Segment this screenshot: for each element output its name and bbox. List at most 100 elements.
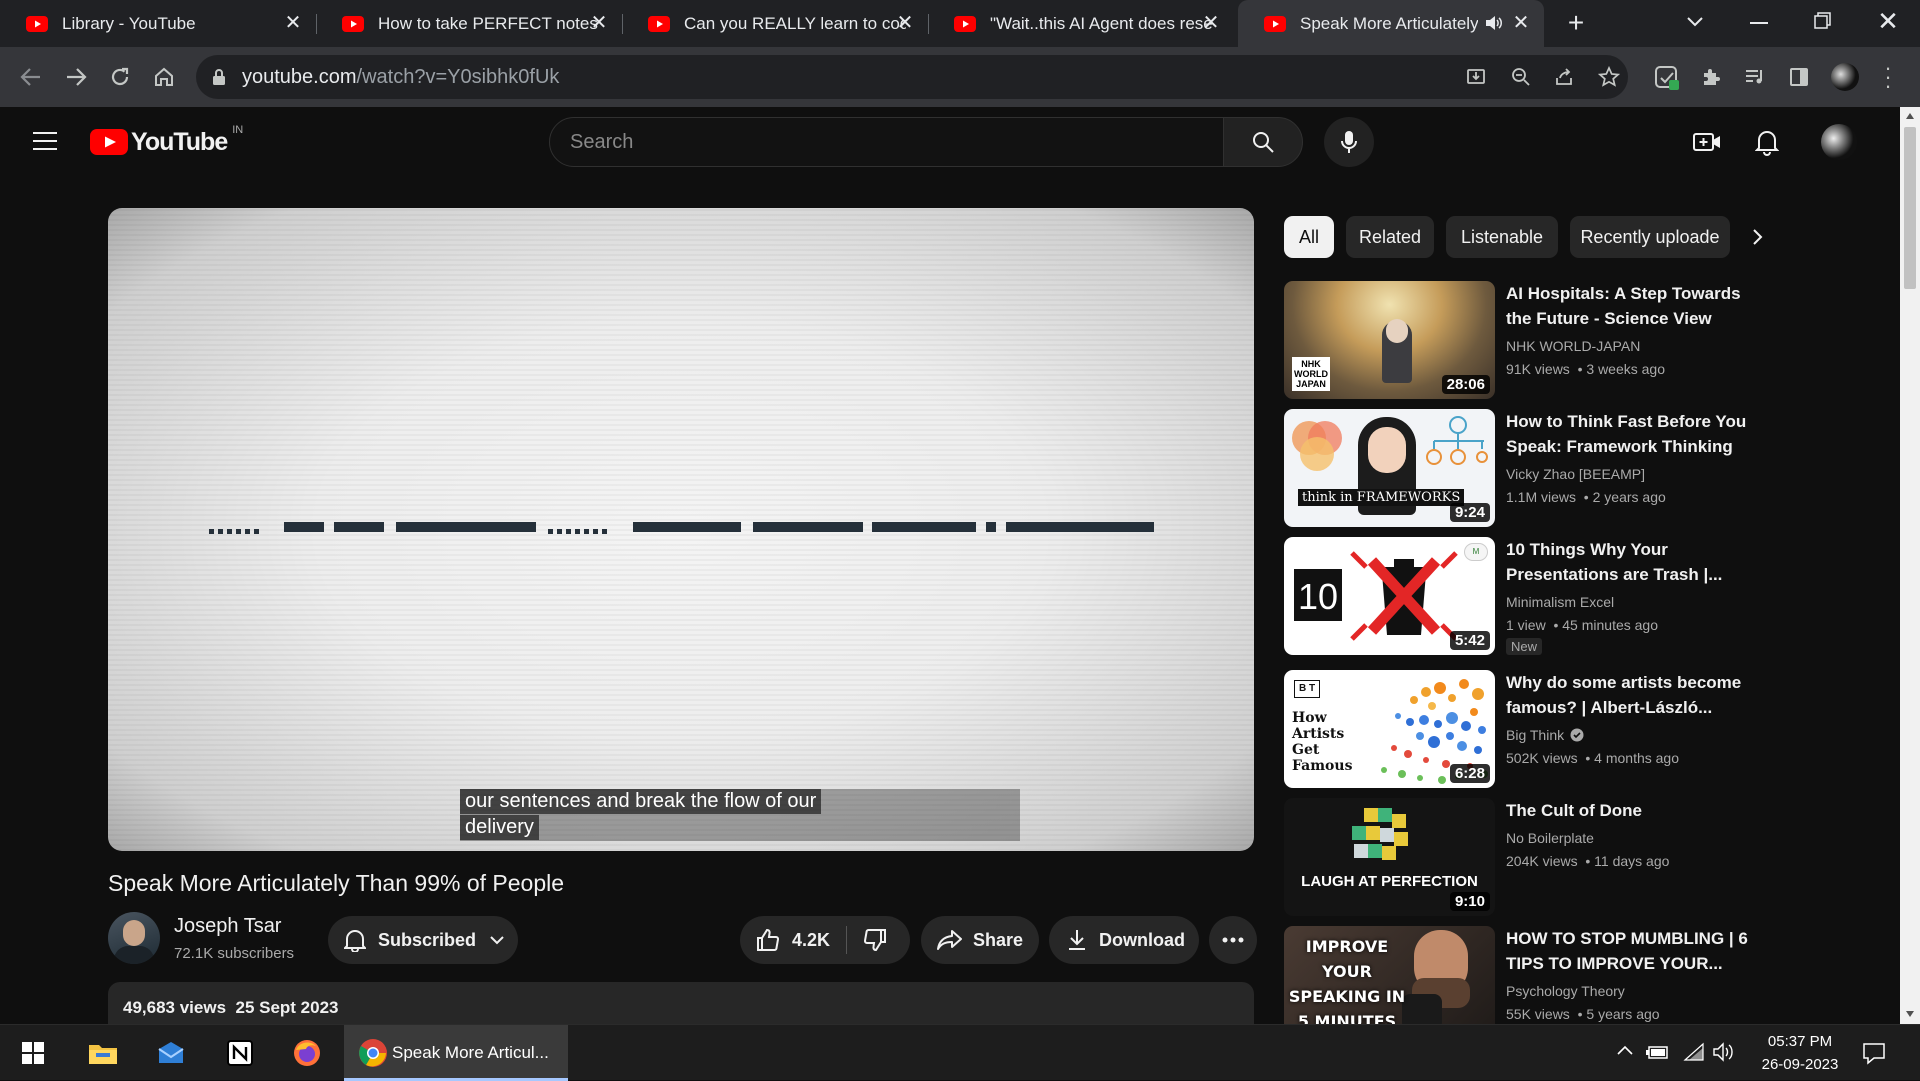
tray-overflow-chevron-icon[interactable]	[1617, 1045, 1633, 1055]
recommendation-channel[interactable]: Psychology Theory	[1506, 983, 1625, 999]
new-tab-icon[interactable]: +	[1562, 9, 1590, 37]
scroll-up-arrow-icon[interactable]	[1905, 112, 1915, 120]
search-input[interactable]: Search	[570, 118, 633, 166]
tab-close-icon[interactable]: ✕	[894, 12, 916, 34]
address-bar[interactable]: youtube.com/watch?v=Y0sibhk0fUk	[196, 55, 1628, 99]
recommendation-title[interactable]: HOW TO STOP MUMBLING | 6 TIPS TO IMPROVE…	[1506, 926, 1751, 976]
url-text[interactable]: youtube.com/watch?v=Y0sibhk0fUk	[242, 55, 559, 99]
recommendation-item[interactable]: NHK WORLD JAPAN 28:06 AI Hospitals: A St…	[1284, 281, 1754, 399]
notification-center-icon[interactable]	[1862, 1041, 1886, 1065]
chrome-taskbar-button[interactable]: Speak More Articul...	[344, 1025, 568, 1081]
recommendation-channel[interactable]: Minimalism Excel	[1506, 594, 1614, 610]
scroll-down-arrow-icon[interactable]	[1905, 1010, 1915, 1018]
start-button[interactable]	[4, 1025, 62, 1081]
recommendation-title[interactable]: Why do some artists become famous? | Alb…	[1506, 670, 1751, 720]
scrollbar-thumb[interactable]	[1904, 127, 1916, 289]
recommendation-item[interactable]: LAUGH AT PERFECTION 9:10 The Cult of Don…	[1284, 798, 1754, 916]
chrome-icon	[359, 1039, 387, 1067]
youtube-logo[interactable]: YouTube IN	[90, 124, 243, 156]
chevron-right-icon[interactable]	[1752, 228, 1764, 246]
page-scrollbar[interactable]	[1900, 107, 1920, 1024]
volume-icon[interactable]	[1713, 1042, 1735, 1062]
search-box[interactable]: Search	[549, 117, 1224, 167]
channel-name[interactable]: Joseph Tsar	[174, 915, 281, 938]
tab-title: Can you REALLY learn to code	[684, 13, 906, 33]
share-button[interactable]: Share	[921, 916, 1039, 964]
thumbs-down-icon[interactable]	[863, 928, 887, 952]
subscribed-button[interactable]: Subscribed	[328, 916, 518, 964]
firefox-app-button[interactable]	[278, 1025, 336, 1081]
recommendation-item[interactable]: think in FRAMEWORKS 9:24 How to Think Fa…	[1284, 409, 1754, 527]
recommendation-item[interactable]: 10 M 5:42 10 Things Why Your Presentatio…	[1284, 537, 1754, 655]
recommendation-item[interactable]: B T How Artists Get Famous 6:28 Why do s…	[1284, 670, 1754, 788]
battery-icon[interactable]	[1646, 1043, 1670, 1061]
recommendation-channel[interactable]: Big Think	[1506, 727, 1584, 743]
tab-close-icon[interactable]: ✕	[1200, 12, 1222, 34]
window-close-icon[interactable]: ✕	[1874, 6, 1902, 36]
extensions-puzzle-icon[interactable]	[1700, 66, 1722, 88]
file-explorer-button[interactable]	[74, 1025, 132, 1081]
recommendation-channel[interactable]: No Boilerplate	[1506, 830, 1594, 846]
search-button[interactable]	[1223, 117, 1303, 167]
media-control-icon[interactable]	[1744, 67, 1766, 87]
restore-icon[interactable]	[1814, 12, 1832, 30]
hamburger-menu-icon[interactable]	[33, 131, 57, 151]
notion-app-button[interactable]	[211, 1025, 269, 1081]
tab-close-icon[interactable]: ✕	[282, 12, 304, 34]
video-thumbnail[interactable]: think in FRAMEWORKS 9:24	[1284, 409, 1495, 527]
extension-grammar-icon[interactable]	[1654, 65, 1680, 91]
more-actions-button[interactable]	[1209, 916, 1257, 964]
forward-arrow-icon[interactable]	[65, 67, 87, 87]
recommendation-title[interactable]: AI Hospitals: A Step Towards the Future …	[1506, 281, 1751, 331]
create-video-icon[interactable]	[1693, 131, 1721, 153]
account-avatar[interactable]	[1821, 124, 1857, 160]
chip-related[interactable]: Related	[1346, 216, 1434, 258]
side-panel-icon[interactable]	[1789, 67, 1809, 87]
mail-app-button[interactable]	[142, 1025, 200, 1081]
bookmark-star-icon[interactable]	[1598, 66, 1620, 88]
recommendation-title[interactable]: 10 Things Why Your Presentations are Tra…	[1506, 537, 1751, 587]
browser-menu-icon[interactable]: · · ·	[1884, 57, 1892, 97]
install-app-icon[interactable]	[1466, 67, 1486, 87]
recommendation-title[interactable]: How to Think Fast Before You Speak: Fram…	[1506, 409, 1751, 459]
browser-tab[interactable]: Library - YouTube ✕	[0, 0, 316, 47]
notifications-bell-icon[interactable]	[1755, 128, 1779, 156]
home-icon[interactable]	[153, 66, 175, 88]
wifi-icon[interactable]	[1683, 1042, 1705, 1062]
reload-icon[interactable]	[109, 66, 131, 88]
back-arrow-icon[interactable]	[20, 67, 42, 87]
like-count[interactable]: 4.2K	[792, 930, 830, 951]
tab-close-icon[interactable]: ✕	[1510, 12, 1532, 34]
tab-search-chevron-icon[interactable]	[1686, 16, 1704, 28]
recommendation-item[interactable]: IMPROVE YOUR SPEAKING IN 5 MINUTES HOW T…	[1284, 926, 1754, 1024]
tab-audio-icon[interactable]	[1485, 15, 1503, 31]
chip-recently-uploaded[interactable]: Recently uploade	[1570, 216, 1730, 258]
recommendation-channel[interactable]: NHK WORLD-JAPAN	[1506, 338, 1640, 354]
voice-search-button[interactable]	[1324, 117, 1374, 167]
system-clock[interactable]: 05:37 PM 26-09-2023	[1745, 1030, 1855, 1076]
video-thumbnail[interactable]: IMPROVE YOUR SPEAKING IN 5 MINUTES	[1284, 926, 1495, 1024]
lock-icon[interactable]	[212, 68, 226, 86]
chip-listenable[interactable]: Listenable	[1446, 216, 1558, 258]
chip-all[interactable]: All	[1284, 216, 1334, 258]
channel-avatar-shirt	[114, 946, 154, 964]
video-thumbnail[interactable]: NHK WORLD JAPAN 28:06	[1284, 281, 1495, 399]
video-thumbnail[interactable]: LAUGH AT PERFECTION 9:10	[1284, 798, 1495, 916]
tab-close-icon[interactable]: ✕	[588, 12, 610, 34]
download-button[interactable]: Download	[1049, 916, 1199, 964]
profile-avatar[interactable]	[1831, 63, 1859, 91]
video-thumbnail[interactable]: B T How Artists Get Famous 6:28	[1284, 670, 1495, 788]
browser-tab[interactable]: "Wait..this AI Agent does rese ✕	[928, 0, 1234, 47]
channel-avatar[interactable]	[108, 912, 160, 964]
recommendation-title[interactable]: The Cult of Done	[1506, 798, 1751, 823]
thumbs-up-icon[interactable]	[756, 928, 780, 952]
browser-tab[interactable]: How to take PERFECT notes w ✕	[316, 0, 622, 47]
recommendation-channel[interactable]: Vicky Zhao [BEEAMP]	[1506, 466, 1645, 482]
video-thumbnail[interactable]: 10 M 5:42	[1284, 537, 1495, 655]
minimize-icon[interactable]	[1750, 22, 1768, 24]
browser-tab-active[interactable]: Speak More Articulately T ✕	[1238, 0, 1544, 47]
browser-tab[interactable]: Can you REALLY learn to code ✕	[622, 0, 928, 47]
video-player[interactable]: our sentences and break the flow of our …	[108, 208, 1254, 851]
zoom-out-icon[interactable]	[1511, 67, 1531, 87]
share-page-icon[interactable]	[1554, 67, 1574, 87]
